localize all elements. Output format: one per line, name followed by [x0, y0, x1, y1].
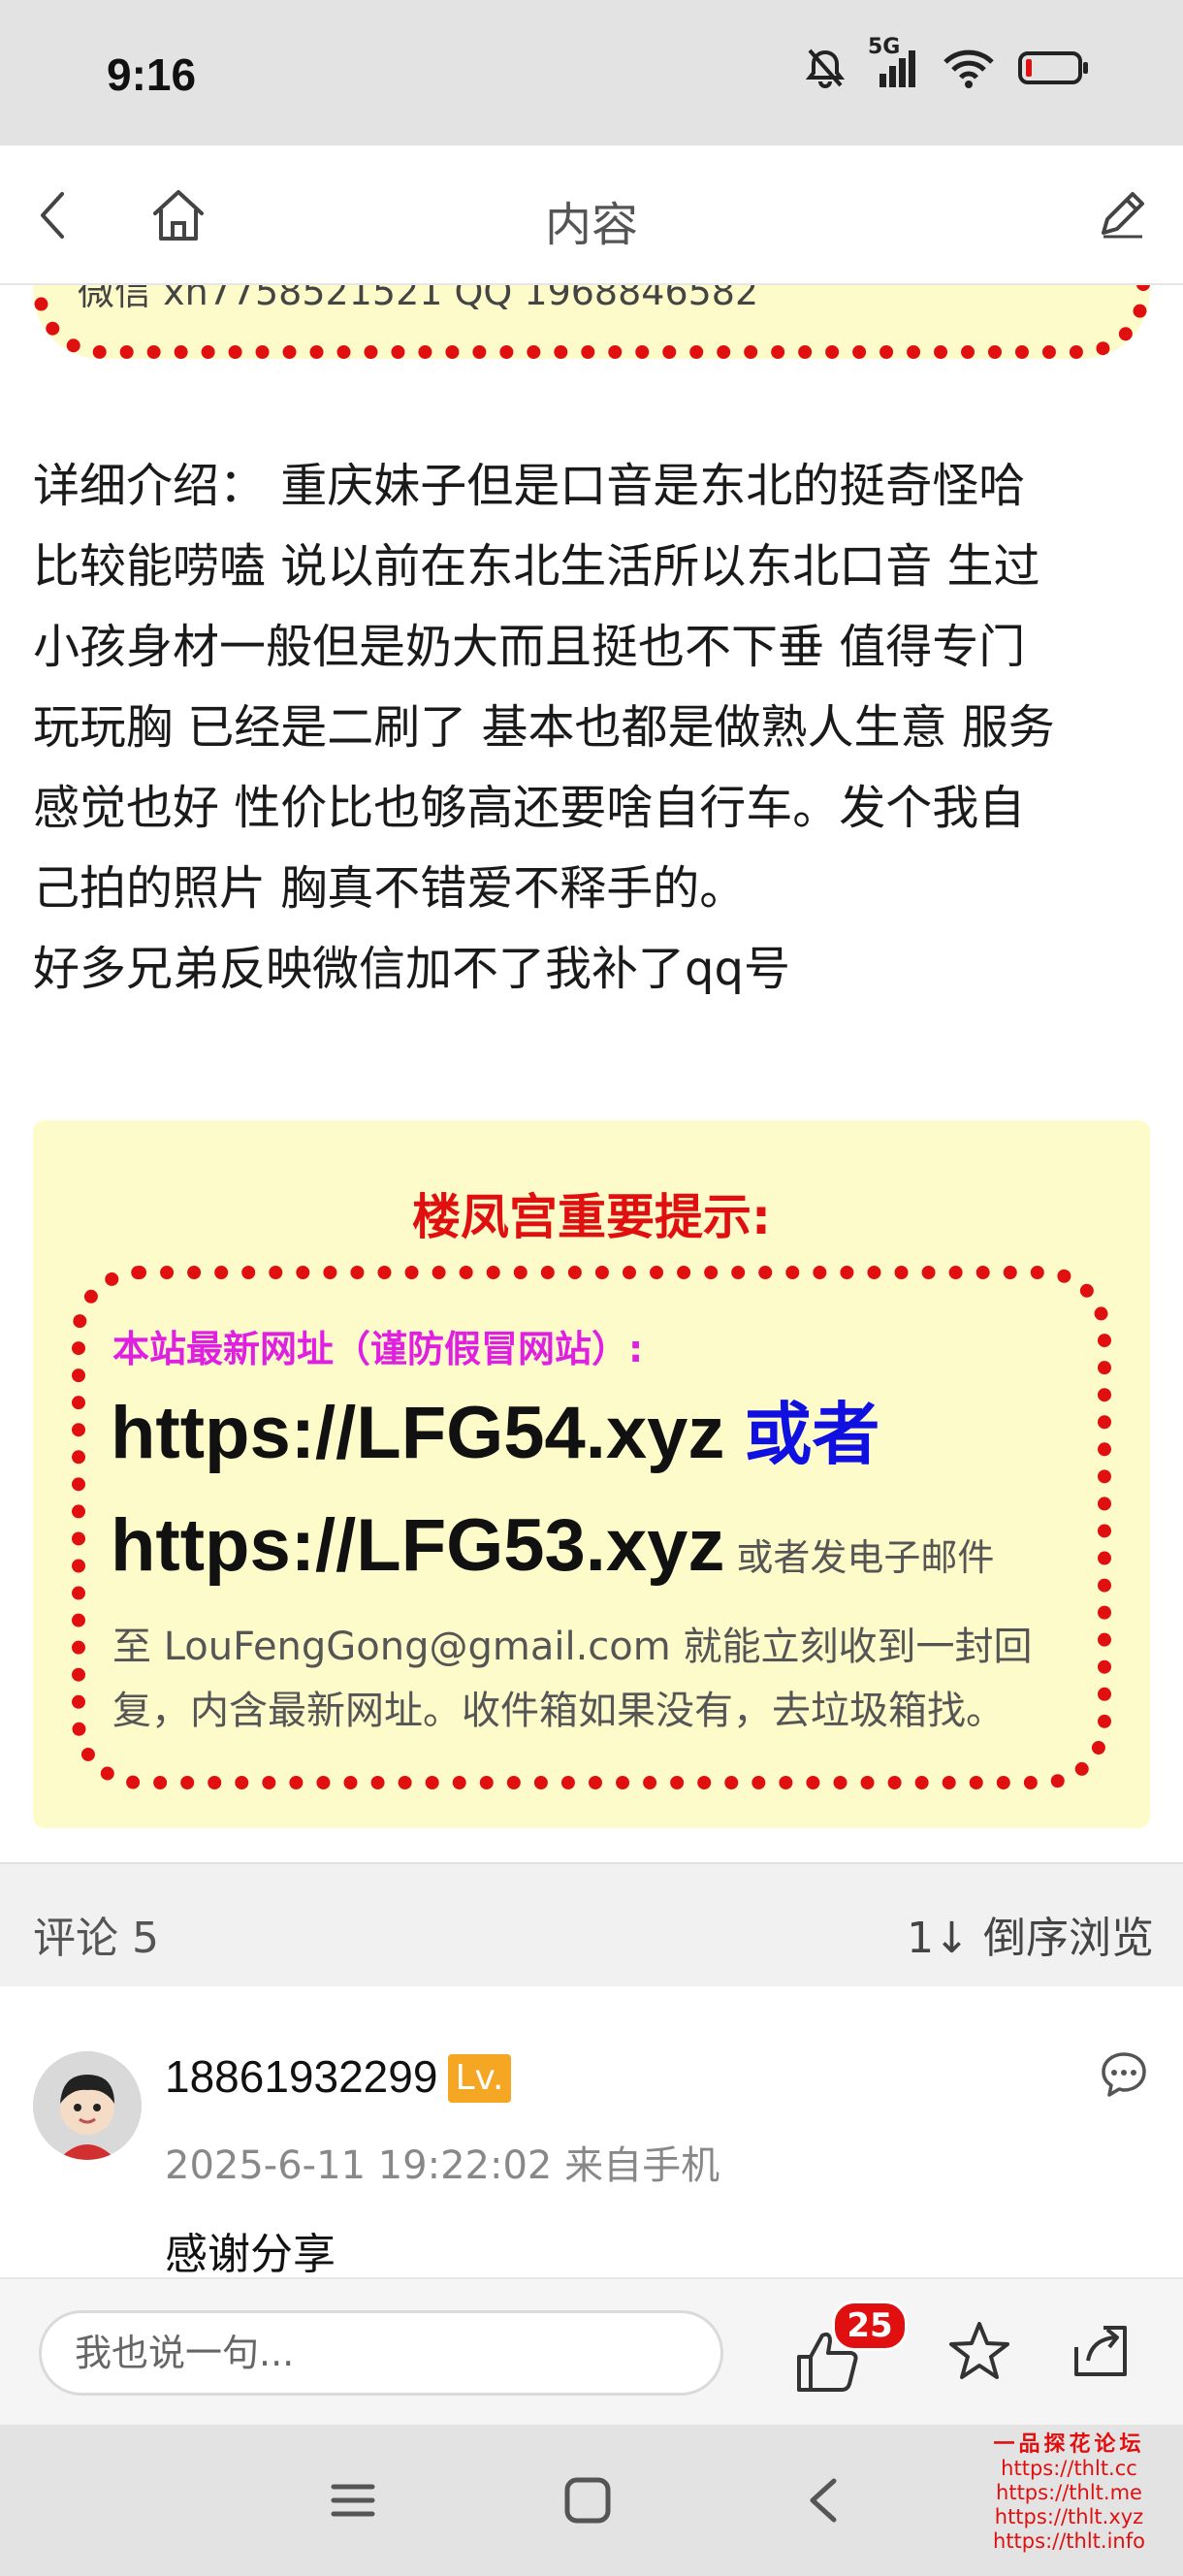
- star-icon: [949, 2322, 1009, 2379]
- comment-timestamp: 2025-6-11 19:22:02 来自手机: [165, 2143, 720, 2188]
- notice-email-line: 至 LouFengGong@gmail.com 就能立刻收到一封回: [112, 1625, 1033, 1669]
- status-time: 9:16: [107, 49, 197, 100]
- signal-icon: 5G: [868, 35, 920, 93]
- article-line: 好多兄弟反映微信加不了我补了qq号: [33, 942, 790, 996]
- pencil-icon: [1102, 192, 1144, 239]
- notice-title: 楼凤宫重要提示:: [412, 1189, 771, 1245]
- comments-header: 评论 5 1↓ 倒序浏览: [0, 1862, 1183, 1988]
- back-nav-button[interactable]: [799, 2475, 849, 2529]
- url-line-1: https://LFG54.xyz 或者: [111, 1380, 879, 1478]
- notice-email-text: 至 LouFengGong@gmail.com 就能立刻收到一封回 复，内含最新…: [112, 1615, 1082, 1743]
- comment-text: 感谢分享: [165, 2230, 336, 2279]
- status-bar: 9:16 5G: [0, 0, 1183, 145]
- recents-button[interactable]: [328, 2475, 378, 2529]
- notice-subtitle: 本站最新网址（谨防假冒网站）:: [112, 1328, 644, 1370]
- status-icons: 5G: [804, 35, 1091, 93]
- article-line: 比较能唠嗑 说以前在东北生活所以东北口音 生过: [33, 539, 1040, 594]
- url-or-email-text: 或者发电子邮件: [736, 1536, 995, 1579]
- article-line: 小孩身材一般但是奶大而且挺也不下垂 值得专门: [33, 620, 1026, 674]
- notice-box: 楼凤宫重要提示: 本站最新网址（谨防假冒网站）: https://LFG54.x…: [33, 1120, 1150, 1828]
- article-line: 详细介绍： 重庆妹子但是口音是东北的挺奇怪哈: [33, 459, 1026, 513]
- reply-button[interactable]: [1098, 2048, 1150, 2105]
- page-title-overlay: 内容: [544, 198, 638, 252]
- watermark-url: https://thlt.cc: [1001, 2457, 1137, 2480]
- comments-count: 评论 5: [33, 1914, 159, 1963]
- url-line-2: https://LFG53.xyz 或者发电子邮件: [111, 1503, 994, 1588]
- article-line: 感觉也好 性价比也够高还要啥自行车。发个我自: [33, 781, 1026, 835]
- notice-email-line: 复，内含最新网址。收件箱如果没有，去垃圾箱找。: [112, 1689, 1005, 1733]
- site-url-2[interactable]: https://LFG53.xyz: [111, 1504, 724, 1587]
- comment-item: 18861932299 Lv. 2025-6-11 19:22:02 来自手机 …: [0, 1986, 1183, 2279]
- menu-lines-icon: [331, 2484, 375, 2517]
- share-button[interactable]: [1067, 2318, 1135, 2390]
- site-url-1[interactable]: https://LFG54.xyz: [111, 1392, 724, 1474]
- comment-username[interactable]: 18861932299: [165, 2050, 437, 2103]
- home-nav-button[interactable]: [562, 2475, 613, 2529]
- sort-toggle[interactable]: 1↓ 倒序浏览: [907, 1903, 1154, 1965]
- level-badge: Lv.: [448, 2054, 511, 2103]
- avatar-cartoon-icon: [33, 2051, 142, 2160]
- article-line: 玩玩胸 已经是二刷了 基本也都是做熟人生意 服务: [33, 700, 1055, 755]
- speech-bubble-icon: [1102, 2052, 1146, 2097]
- avatar[interactable]: [33, 2051, 142, 2160]
- square-icon: [564, 2477, 611, 2524]
- comment-input-bar: 我也说一句... 25: [0, 2277, 1183, 2427]
- like-count-badge: 25: [832, 2301, 908, 2351]
- article-body: 详细介绍： 重庆妹子但是口音是东北的挺奇怪哈 比较能唠嗑 说以前在东北生活所以东…: [33, 446, 1158, 1010]
- edit-button-overlay[interactable]: [1094, 184, 1152, 246]
- favorite-button[interactable]: [945, 2318, 1013, 2390]
- comment-input[interactable]: 我也说一句...: [39, 2310, 723, 2396]
- header-overlay-content: 内容: [0, 145, 1183, 283]
- watermark: 一品探花论坛 https://thlt.cc https://thlt.me h…: [960, 2432, 1178, 2554]
- watermark-url: https://thlt.me: [996, 2481, 1142, 2504]
- article-line: 己拍的照片 胸真不错爱不释手的。: [33, 861, 747, 916]
- watermark-url: https://thlt.xyz: [994, 2505, 1144, 2528]
- share-icon: [1074, 2326, 1127, 2376]
- watermark-url: https://thlt.info: [993, 2529, 1145, 2553]
- watermark-title: 一品探花论坛: [993, 2432, 1145, 2457]
- battery-low-icon: [1017, 48, 1091, 91]
- network-type: 5G: [868, 35, 901, 59]
- triangle-back-icon: [810, 2478, 837, 2523]
- wifi-icon: [942, 47, 996, 93]
- bell-off-icon: [804, 47, 847, 93]
- url-or-text: 或者: [744, 1395, 880, 1474]
